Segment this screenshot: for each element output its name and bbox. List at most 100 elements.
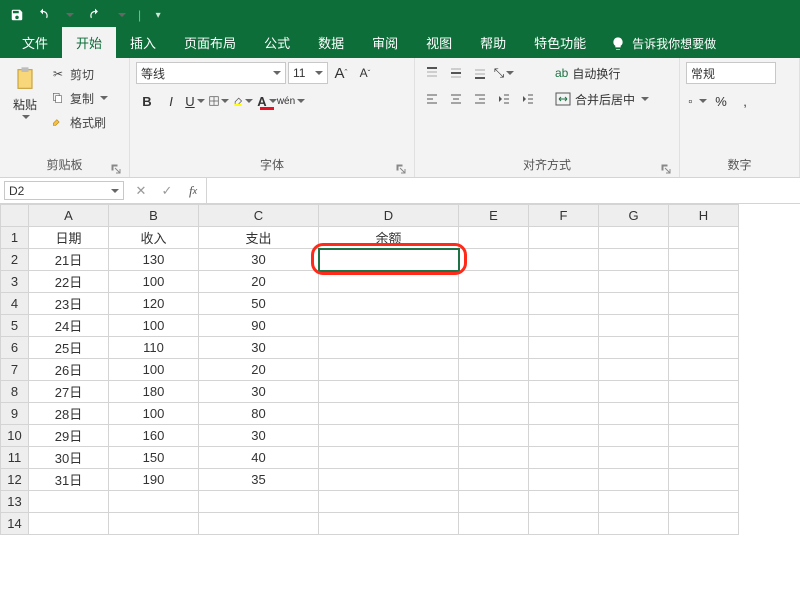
- cell-B3[interactable]: 100: [109, 271, 199, 293]
- cell-D1[interactable]: 余额: [319, 227, 459, 249]
- cell-H5[interactable]: [669, 315, 739, 337]
- alignment-launcher-icon[interactable]: [661, 163, 671, 173]
- cell-A6[interactable]: 25日: [29, 337, 109, 359]
- bold-button[interactable]: B: [136, 90, 158, 112]
- phonetic-button[interactable]: wén: [280, 90, 302, 112]
- cell-F11[interactable]: [529, 447, 599, 469]
- align-top-button[interactable]: [421, 62, 443, 84]
- cell-A3[interactable]: 22日: [29, 271, 109, 293]
- cell-H13[interactable]: [669, 491, 739, 513]
- copy-button[interactable]: 复制: [50, 86, 108, 110]
- cell-B11[interactable]: 150: [109, 447, 199, 469]
- cell-C1[interactable]: 支出: [199, 227, 319, 249]
- col-header-D[interactable]: D: [319, 205, 459, 227]
- cell-D2[interactable]: [319, 249, 459, 271]
- cell-A4[interactable]: 23日: [29, 293, 109, 315]
- formula-input[interactable]: [207, 178, 800, 203]
- cell-B10[interactable]: 160: [109, 425, 199, 447]
- align-middle-button[interactable]: [445, 62, 467, 84]
- cell-E5[interactable]: [459, 315, 529, 337]
- cell-F4[interactable]: [529, 293, 599, 315]
- increase-font-button[interactable]: Aˆ: [330, 62, 352, 84]
- cell-F10[interactable]: [529, 425, 599, 447]
- increase-indent-button[interactable]: [517, 88, 539, 110]
- align-bottom-button[interactable]: [469, 62, 491, 84]
- cell-E12[interactable]: [459, 469, 529, 491]
- tab-file[interactable]: 文件: [8, 27, 62, 58]
- cell-E14[interactable]: [459, 513, 529, 535]
- qat-customize-icon[interactable]: ▾: [147, 4, 169, 26]
- row-header-11[interactable]: 11: [1, 447, 29, 469]
- decrease-font-button[interactable]: Aˇ: [354, 62, 376, 84]
- row-header-7[interactable]: 7: [1, 359, 29, 381]
- cell-H4[interactable]: [669, 293, 739, 315]
- cell-A5[interactable]: 24日: [29, 315, 109, 337]
- cell-D14[interactable]: [319, 513, 459, 535]
- tell-me[interactable]: 告诉我你想要做: [600, 29, 726, 58]
- percent-button[interactable]: %: [710, 90, 732, 112]
- undo-more-icon[interactable]: [58, 4, 80, 26]
- row-header-9[interactable]: 9: [1, 403, 29, 425]
- fx-icon[interactable]: fx: [180, 183, 206, 199]
- cell-F6[interactable]: [529, 337, 599, 359]
- cell-D3[interactable]: [319, 271, 459, 293]
- cell-H10[interactable]: [669, 425, 739, 447]
- cell-E13[interactable]: [459, 491, 529, 513]
- align-left-button[interactable]: [421, 88, 443, 110]
- cell-G13[interactable]: [599, 491, 669, 513]
- cell-C3[interactable]: 20: [199, 271, 319, 293]
- merge-center-button[interactable]: 合并后居中: [551, 88, 653, 110]
- orientation-button[interactable]: ⤡: [493, 62, 515, 84]
- cell-B4[interactable]: 120: [109, 293, 199, 315]
- cell-F3[interactable]: [529, 271, 599, 293]
- col-header-E[interactable]: E: [459, 205, 529, 227]
- cell-H6[interactable]: [669, 337, 739, 359]
- row-header-6[interactable]: 6: [1, 337, 29, 359]
- cut-button[interactable]: ✂ 剪切: [50, 62, 108, 86]
- cell-C12[interactable]: 35: [199, 469, 319, 491]
- cell-E8[interactable]: [459, 381, 529, 403]
- paste-button[interactable]: 粘贴: [6, 62, 44, 134]
- cell-G4[interactable]: [599, 293, 669, 315]
- row-header-13[interactable]: 13: [1, 491, 29, 513]
- cell-D7[interactable]: [319, 359, 459, 381]
- tab-formulas[interactable]: 公式: [250, 27, 304, 58]
- cell-A1[interactable]: 日期: [29, 227, 109, 249]
- cell-E6[interactable]: [459, 337, 529, 359]
- tab-insert[interactable]: 插入: [116, 27, 170, 58]
- cell-A2[interactable]: 21日: [29, 249, 109, 271]
- cell-C2[interactable]: 30: [199, 249, 319, 271]
- cell-A11[interactable]: 30日: [29, 447, 109, 469]
- redo-more-icon[interactable]: [110, 4, 132, 26]
- cell-F7[interactable]: [529, 359, 599, 381]
- cell-C9[interactable]: 80: [199, 403, 319, 425]
- cell-C8[interactable]: 30: [199, 381, 319, 403]
- cell-H12[interactable]: [669, 469, 739, 491]
- col-header-G[interactable]: G: [599, 205, 669, 227]
- enter-formula-button[interactable]: ✓: [154, 183, 180, 199]
- fill-color-button[interactable]: [232, 90, 254, 112]
- cell-H3[interactable]: [669, 271, 739, 293]
- cell-A10[interactable]: 29日: [29, 425, 109, 447]
- tab-help[interactable]: 帮助: [466, 27, 520, 58]
- row-header-14[interactable]: 14: [1, 513, 29, 535]
- cell-G12[interactable]: [599, 469, 669, 491]
- cell-G14[interactable]: [599, 513, 669, 535]
- cancel-formula-button[interactable]: ✕: [128, 183, 154, 199]
- tab-review[interactable]: 审阅: [358, 27, 412, 58]
- row-header-2[interactable]: 2: [1, 249, 29, 271]
- cell-D11[interactable]: [319, 447, 459, 469]
- accounting-format-button[interactable]: ¤: [686, 90, 708, 112]
- row-header-12[interactable]: 12: [1, 469, 29, 491]
- col-header-B[interactable]: B: [109, 205, 199, 227]
- cell-F12[interactable]: [529, 469, 599, 491]
- cell-B2[interactable]: 130: [109, 249, 199, 271]
- cell-H8[interactable]: [669, 381, 739, 403]
- cell-G3[interactable]: [599, 271, 669, 293]
- font-color-button[interactable]: A: [256, 90, 278, 112]
- cell-D12[interactable]: [319, 469, 459, 491]
- italic-button[interactable]: I: [160, 90, 182, 112]
- tab-page-layout[interactable]: 页面布局: [170, 27, 250, 58]
- cell-A7[interactable]: 26日: [29, 359, 109, 381]
- cell-B1[interactable]: 收入: [109, 227, 199, 249]
